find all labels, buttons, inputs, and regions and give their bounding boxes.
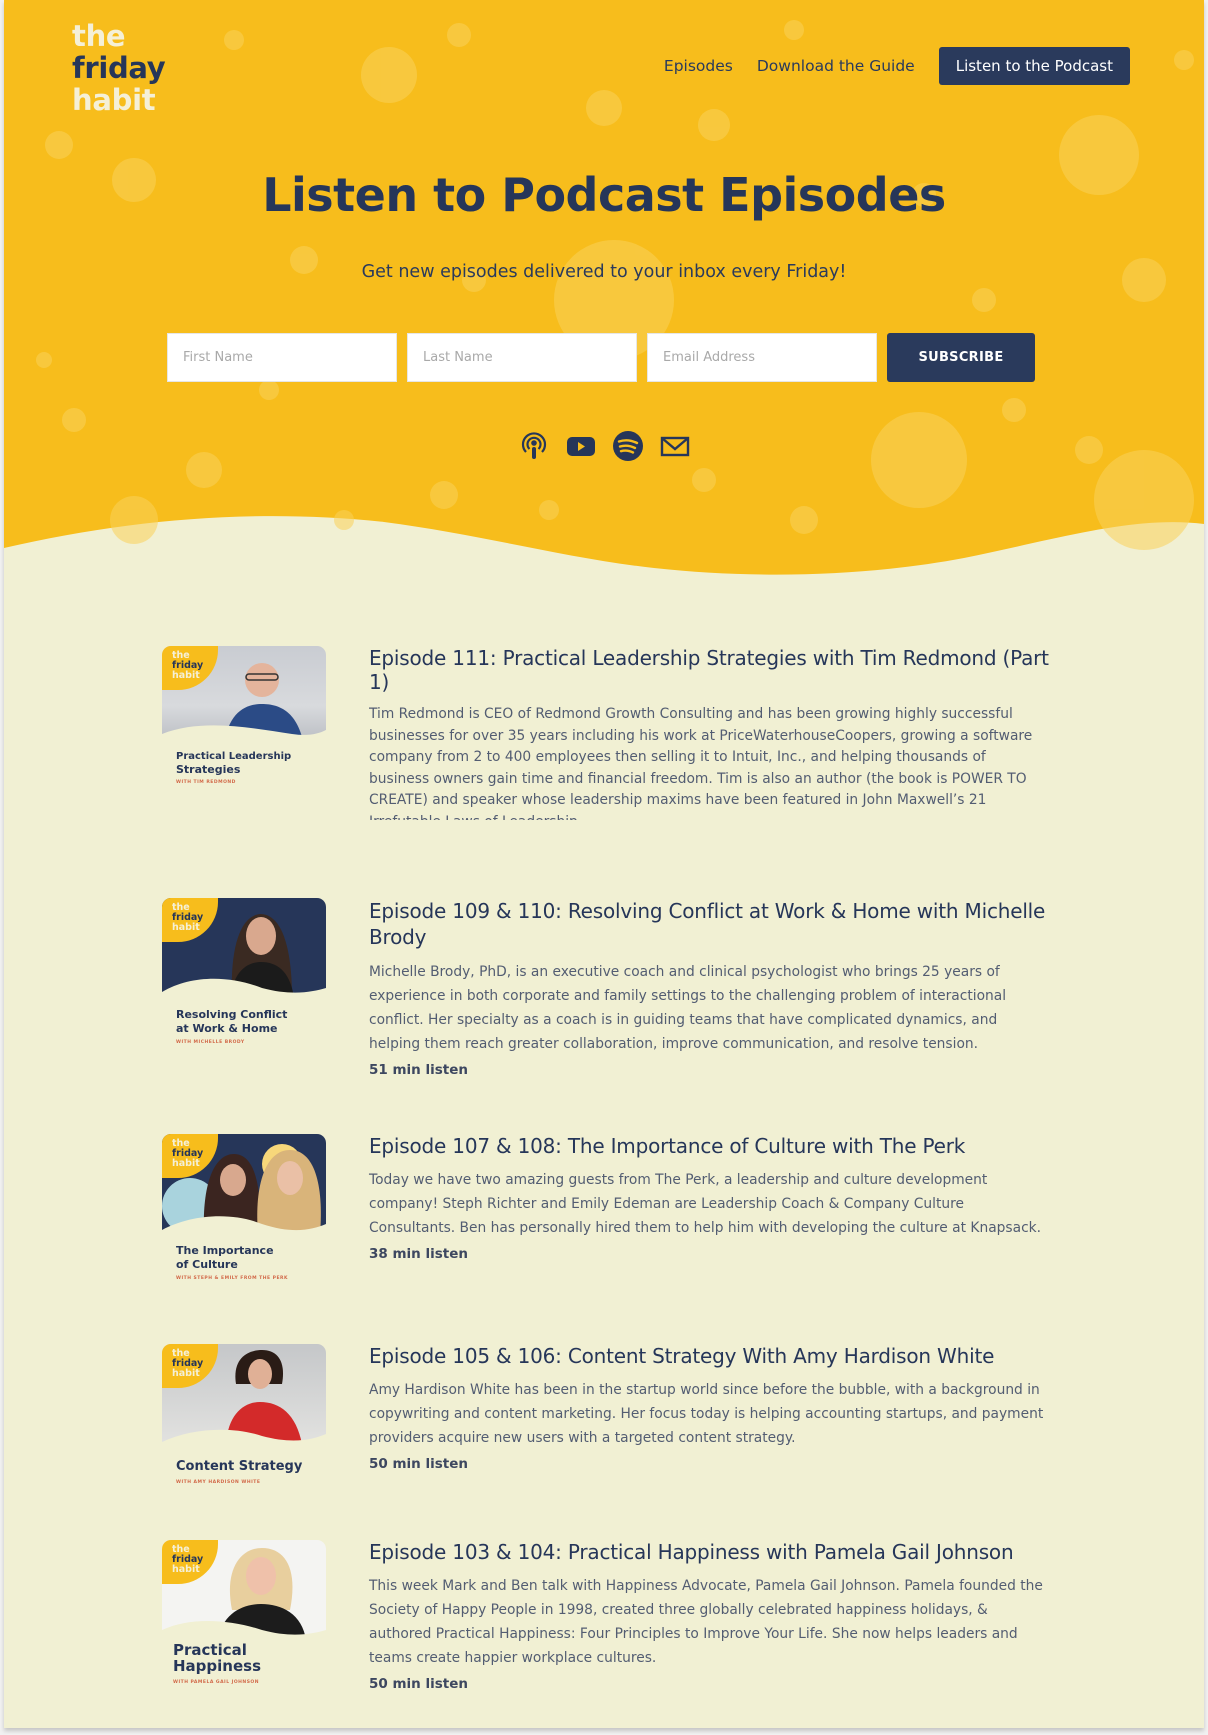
- cover-with-guest: WITH PAMELA GAIL JOHNSON: [173, 1680, 260, 1685]
- listen-podcast-button[interactable]: Listen to the Podcast: [938, 47, 1130, 85]
- episode-title[interactable]: Episode 107 & 108: The Importance of Cul…: [369, 1134, 1049, 1158]
- cover-with-guest: WITH MICHELLE BRODY: [176, 1040, 245, 1045]
- email-icon[interactable]: [659, 430, 691, 462]
- cover-title-line1: Resolving Conflict: [176, 1008, 288, 1021]
- episode-duration: 50 min listen: [369, 1456, 469, 1472]
- cover-title-line2: at Work & Home: [176, 1022, 278, 1035]
- social-icons: [518, 430, 706, 462]
- episode-duration: 50 min listen: [369, 1676, 469, 1692]
- episode-title[interactable]: Episode 105 & 106: Content Strategy With…: [369, 1344, 1049, 1368]
- episode-duration: 51 min listen: [369, 1062, 469, 1078]
- cover-title-line1: Content Strategy: [176, 1459, 303, 1474]
- youtube-icon[interactable]: [565, 430, 597, 462]
- cover-title-line2: Strategies: [176, 763, 241, 776]
- last-name-input[interactable]: [407, 333, 637, 382]
- episode-cover[interactable]: the friday habit Resolving Conflict at Wor…: [162, 898, 326, 1058]
- cover-with-guest: WITH STEPH & EMILY FROM THE PERK: [176, 1276, 288, 1281]
- email-input[interactable]: [647, 333, 877, 382]
- episode-description: Amy Hardison White has been in the start…: [369, 1382, 1044, 1446]
- episode-cover[interactable]: the friday habit The Importance of Culture…: [162, 1134, 326, 1294]
- episode-cover[interactable]: the friday habit Practical Leadership Stra…: [162, 646, 326, 806]
- episode-cover[interactable]: the friday habit Content Strategy WITH AMY…: [162, 1344, 326, 1504]
- episode-title[interactable]: Episode 109 & 110: Resolving Conflict at…: [369, 898, 1049, 950]
- hero-section: the friday habit Episodes Download the G…: [4, 0, 1204, 580]
- episode-description: Michelle Brody, PhD, is an executive coa…: [369, 964, 1007, 1052]
- episode-info: Episode 105 & 106: Content Strategy With…: [369, 1344, 1049, 1472]
- episode-info: Episode 111: Practical Leadership Strate…: [369, 646, 1049, 820]
- logo-line-the: the: [72, 19, 126, 53]
- episode-description: Tim Redmond is CEO of Redmond Growth Con…: [369, 706, 1033, 820]
- episode-info: Episode 103 & 104: Practical Happiness w…: [369, 1540, 1049, 1692]
- cover-with-guest: WITH TIM REDMOND: [176, 780, 236, 785]
- cover-title-line2: of Culture: [176, 1258, 238, 1271]
- cover-with-guest: WITH AMY HARDISON WHITE: [176, 1480, 261, 1485]
- episode-info: Episode 109 & 110: Resolving Conflict at…: [369, 898, 1049, 1078]
- nav-episodes-link[interactable]: Episodes: [664, 57, 733, 75]
- subscribe-button[interactable]: SUBSCRIBE: [887, 333, 1035, 382]
- episode-cover[interactable]: the friday habit Practical Happiness WITH …: [162, 1540, 326, 1700]
- apple-podcasts-icon[interactable]: [518, 430, 550, 462]
- episode-info: Episode 107 & 108: The Importance of Cul…: [369, 1134, 1049, 1262]
- hero-background: [4, 0, 1204, 575]
- logo[interactable]: the friday habit: [72, 19, 166, 117]
- episode-title[interactable]: Episode 103 & 104: Practical Happiness w…: [369, 1540, 1049, 1564]
- logo-line-habit: habit: [72, 83, 156, 117]
- page-subtitle: Get new episodes delivered to your inbox…: [361, 262, 847, 282]
- logo-line-friday: friday: [72, 51, 166, 85]
- cover-title-line1: Practical Leadership: [176, 751, 292, 762]
- page: the friday habit Episodes Download the G…: [4, 0, 1204, 1728]
- episode-description: This week Mark and Ben talk with Happine…: [369, 1578, 1043, 1666]
- main-nav: Episodes Download the Guide Listen to th…: [664, 47, 1130, 85]
- page-title: Listen to Podcast Episodes: [262, 168, 946, 222]
- episode-title[interactable]: Episode 111: Practical Leadership Strate…: [369, 646, 1049, 694]
- subscribe-form: SUBSCRIBE: [167, 333, 1035, 382]
- cover-title-line1: Practical: [173, 1641, 247, 1659]
- episode-description: Today we have two amazing guests from Th…: [369, 1172, 1042, 1236]
- nav-download-guide-link[interactable]: Download the Guide: [757, 57, 915, 75]
- cover-title-line2: Happiness: [173, 1657, 262, 1675]
- episode-duration: 38 min listen: [369, 1246, 469, 1262]
- first-name-input[interactable]: [167, 333, 397, 382]
- cover-title-line1: The Importance: [176, 1244, 274, 1257]
- spotify-icon[interactable]: [612, 430, 644, 462]
